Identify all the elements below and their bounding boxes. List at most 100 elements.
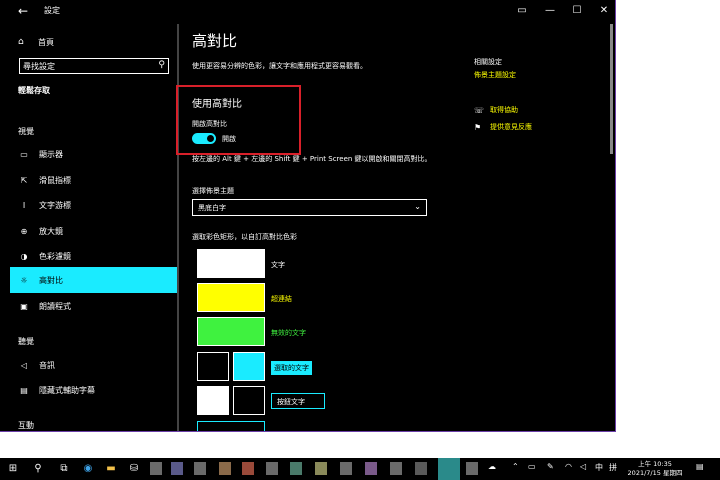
search-icon[interactable]: ⚲ (31, 461, 45, 476)
text-color-swatch[interactable] (197, 249, 265, 278)
theme-dropdown[interactable]: 黑底白字 ⌄ (192, 199, 427, 216)
start-windows-icon[interactable]: ⊞ (6, 461, 20, 476)
monitor-icon: ▭ (20, 149, 28, 159)
sidebar-group-vision: 視覺 (18, 127, 34, 136)
section-title: 使用高對比 (192, 99, 242, 110)
pinned-app-icon[interactable] (466, 462, 478, 475)
related-settings-heading: 相關設定 (474, 58, 502, 66)
pinned-app-icon[interactable] (171, 462, 183, 475)
sidebar-item-magnifier[interactable]: ⊕ 放大鏡 (10, 218, 178, 244)
high-contrast-toggle[interactable] (192, 133, 216, 144)
chevron-down-icon: ⌄ (414, 202, 421, 211)
sidebar-item-mouse-pointer[interactable]: ⇱ 滑鼠指標 (10, 167, 178, 193)
get-help-link[interactable]: ☏ 取得協助 (474, 105, 518, 115)
pinned-app-icon[interactable] (365, 462, 377, 475)
feedback-link[interactable]: ⚑ 提供意見反應 (474, 122, 532, 132)
feedback-icon: ⚑ (474, 122, 482, 132)
button-text-color-swatch[interactable] (197, 386, 229, 415)
maximize-icon[interactable]: ☐ (567, 3, 587, 19)
swatch-instructions: 選取彩色矩形，以自訂高對比色彩 (192, 233, 297, 241)
pinned-app-icon[interactable] (390, 462, 402, 475)
page-title: 高對比 (192, 32, 238, 50)
sidebar-item-label: 高對比 (39, 275, 63, 285)
minimize-icon[interactable]: — (540, 3, 560, 19)
clock-date: 2021/7/15 星期四 (627, 469, 683, 477)
title-bar: ← 設定 ▭ — ☐ ✕ (0, 0, 615, 24)
sidebar-item-audio[interactable]: ◁ 音訊 (10, 352, 178, 378)
wifi-icon[interactable]: ◠ (565, 462, 572, 471)
pinned-app-icon[interactable] (242, 462, 254, 475)
magnifier-icon: ⊕ (20, 226, 28, 236)
feedback-label: 提供意見反應 (490, 123, 532, 131)
sidebar-item-display[interactable]: ▭ 顯示器 (10, 141, 178, 167)
store-icon[interactable]: ⛁ (127, 461, 141, 476)
sidebar-item-text-cursor[interactable]: I 文字游標 (10, 192, 178, 218)
volume-icon[interactable]: ◁ (580, 462, 586, 471)
ime-language-indicator[interactable]: 中 (595, 462, 603, 473)
sidebar-item-label: 文字游標 (39, 200, 71, 210)
compact-overlay-icon[interactable]: ▭ (512, 3, 532, 19)
settings-app-active-icon[interactable] (438, 458, 460, 480)
ime-mode-indicator[interactable]: 拼 (609, 462, 617, 473)
sidebar-item-label: 隱藏式輔助字幕 (39, 385, 95, 395)
shortcut-hint: 按左邊的 Alt 鍵 + 左邊的 Shift 鍵 + Print Screen … (192, 155, 432, 163)
extra-color-swatch[interactable] (197, 421, 265, 431)
pinned-app-icon[interactable] (315, 462, 327, 475)
file-explorer-icon[interactable]: ▬ (104, 461, 118, 476)
window-title: 設定 (44, 6, 60, 15)
sidebar-category: 輕鬆存取 (18, 86, 50, 95)
search-input[interactable]: 尋找設定 ⚲ (19, 58, 169, 74)
selected-text-color-swatch[interactable] (233, 352, 265, 381)
edge-browser-icon[interactable]: ◉ (81, 461, 95, 476)
pinned-app-icon[interactable] (219, 462, 231, 475)
sidebar-item-high-contrast[interactable]: ☼ 高對比 (10, 267, 178, 293)
selected-text-background-swatch[interactable] (197, 352, 229, 381)
sidebar-group-hearing: 聽覺 (18, 337, 34, 346)
button-swatch-label: 按鈕文字 (271, 393, 325, 409)
hyperlink-color-swatch[interactable] (197, 283, 265, 312)
help-chat-icon: ☏ (474, 105, 485, 115)
pinned-app-icon[interactable] (415, 462, 427, 475)
home-label: 首頁 (38, 37, 54, 47)
toggle-label: 開啟高對比 (192, 120, 227, 128)
taskbar: ⊞ ⚲ ⧉ ◉ ▬ ⛁ ☁ ⌃ ▭ ✎ ◠ ◁ 中 拼 上午 10:35 202… (0, 458, 720, 480)
battery-icon[interactable]: ▭ (528, 462, 536, 471)
text-swatch-label: 文字 (271, 261, 285, 269)
main-scrollbar-thumb[interactable] (610, 24, 613, 154)
hyperlink-swatch-label: 超連結 (271, 295, 292, 303)
onedrive-cloud-icon[interactable]: ☁ (488, 462, 496, 471)
pinned-app-icon[interactable] (290, 462, 302, 475)
speaker-icon: ◁ (20, 360, 28, 370)
show-hidden-icons-icon[interactable]: ⌃ (512, 462, 519, 471)
color-filter-icon: ◑ (20, 251, 28, 261)
sidebar-item-label: 色彩濾鏡 (39, 251, 71, 261)
disabled-text-color-swatch[interactable] (197, 317, 265, 346)
captions-icon: ▤ (20, 385, 28, 395)
sidebar-item-label: 音訊 (39, 360, 55, 370)
pinned-app-icon[interactable] (150, 462, 162, 475)
pinned-app-icon[interactable] (340, 462, 352, 475)
sidebar-home[interactable]: ⌂ 首頁 (18, 35, 54, 49)
theme-label: 選擇佈景主題 (192, 187, 234, 195)
page-description: 使用更容易分辨的色彩，讓文字和應用程式更容易觀看。 (192, 62, 367, 70)
task-view-icon[interactable]: ⧉ (57, 461, 71, 476)
sidebar-item-captions[interactable]: ▤ 隱藏式輔助字幕 (10, 377, 178, 403)
sidebar-item-label: 滑鼠指標 (39, 175, 71, 185)
main-scrollbar[interactable] (610, 24, 613, 431)
back-arrow-icon[interactable]: ← (14, 3, 32, 19)
settings-window: ← 設定 ▭ — ☐ ✕ ⌂ 首頁 尋找設定 ⚲ 輕鬆存取 視覺 ▭ 顯示器 ⇱… (0, 0, 616, 432)
pinned-app-icon[interactable] (266, 462, 278, 475)
sidebar-item-label: 顯示器 (39, 149, 63, 159)
notification-center-icon[interactable]: ▤ (696, 462, 704, 471)
toggle-state: 開啟 (222, 135, 236, 143)
taskbar-clock[interactable]: 上午 10:35 2021/7/15 星期四 (624, 460, 686, 478)
button-background-swatch[interactable] (233, 386, 265, 415)
pen-workspace-icon[interactable]: ✎ (547, 462, 554, 471)
theme-settings-link[interactable]: 佈景主題設定 (474, 70, 516, 80)
sidebar-item-color-filters[interactable]: ◑ 色彩濾鏡 (10, 243, 178, 269)
sidebar-item-label: 朗讀程式 (39, 301, 71, 311)
sidebar-item-narrator[interactable]: ▣ 朗讀程式 (10, 293, 178, 319)
narrator-icon: ▣ (20, 301, 28, 311)
close-icon[interactable]: ✕ (594, 3, 614, 19)
pinned-app-icon[interactable] (194, 462, 206, 475)
